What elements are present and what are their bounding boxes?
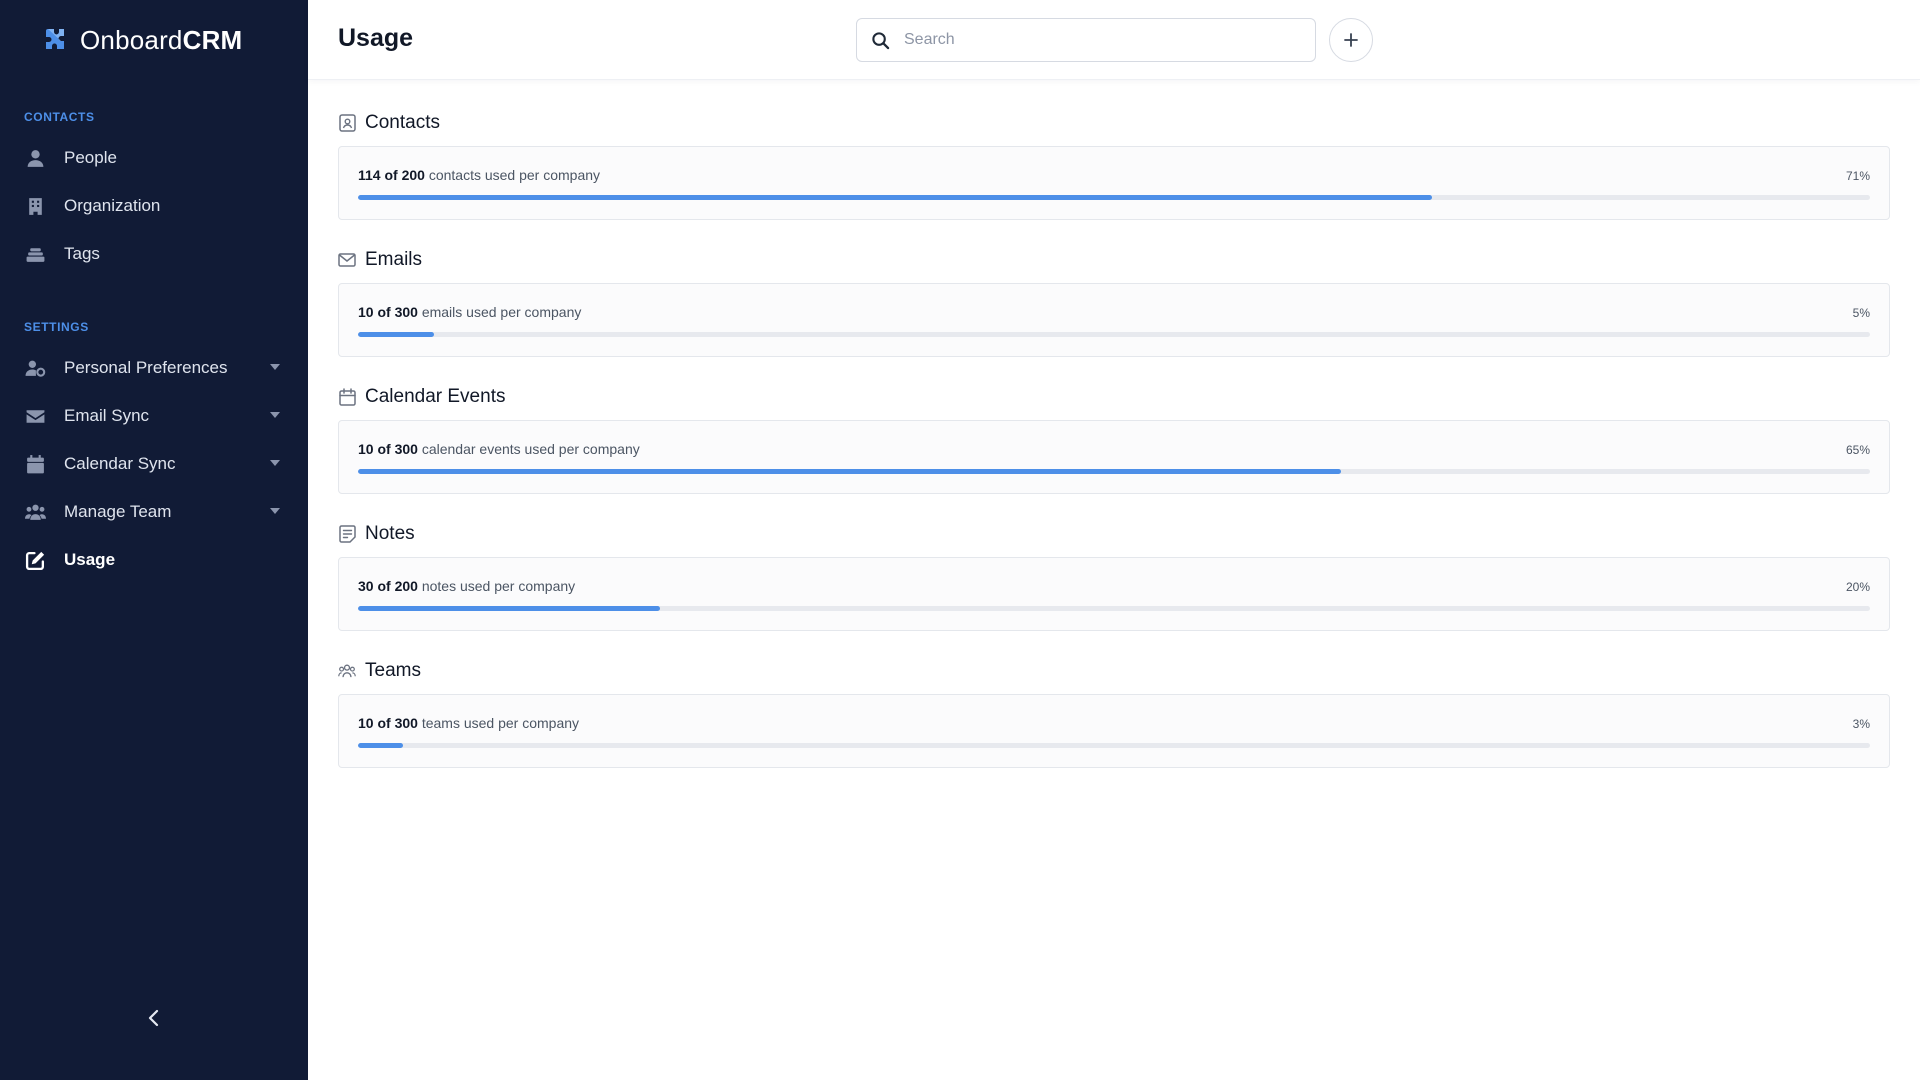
section-title: Teams xyxy=(365,660,421,681)
section-heading: Calendar Events xyxy=(338,384,505,410)
page-title: Usage xyxy=(338,24,414,52)
usage-percent: 5% xyxy=(1852,306,1870,320)
calendar-icon xyxy=(24,453,46,475)
usage-card: 10 of 300 calendar events used per compa… xyxy=(338,420,1890,494)
contact-card-icon xyxy=(338,114,356,132)
usage-description: 10 of 300 teams used per company xyxy=(358,715,580,731)
usage-description: 30 of 200 notes used per company xyxy=(358,578,576,594)
sidebar: OnboardCRM CONTACTS People Organization … xyxy=(0,0,308,1080)
tags-icon xyxy=(24,243,46,265)
add-button[interactable] xyxy=(1329,18,1373,62)
calendar-icon xyxy=(338,388,356,406)
usage-description: 10 of 300 calendar events used per compa… xyxy=(358,441,640,457)
sidebar-item-label: Usage xyxy=(64,550,116,569)
usage-percent: 20% xyxy=(1845,580,1870,594)
sidebar-item-usage[interactable]: Usage xyxy=(24,540,284,580)
chevron-left-icon xyxy=(148,1009,159,1027)
section-title: Calendar Events xyxy=(365,386,506,407)
sidebar-item-personal-preferences[interactable]: Personal Preferences xyxy=(24,348,284,388)
building-icon xyxy=(24,195,46,217)
usage-progress-track xyxy=(358,469,1870,474)
brand-logo[interactable]: OnboardCRM xyxy=(40,24,242,56)
usage-card: 10 of 300 teams used per company 3% xyxy=(338,694,1890,768)
sidebar-item-email-sync[interactable]: Email Sync xyxy=(24,396,284,436)
sidebar-item-people[interactable]: People xyxy=(24,138,284,178)
sidebar-item-manage-team[interactable]: Manage Team xyxy=(24,492,284,532)
usage-card: 10 of 300 emails used per company 5% xyxy=(338,283,1890,357)
section-heading: Contacts xyxy=(338,110,440,136)
team-icon xyxy=(338,662,356,680)
user-gear-icon xyxy=(24,357,46,379)
sidebar-item-organization[interactable]: Organization xyxy=(24,186,284,226)
note-icon xyxy=(338,525,356,543)
section-title: Notes xyxy=(365,523,415,544)
sidebar-item-tags[interactable]: Tags xyxy=(24,234,284,274)
usage-card: 114 of 200 contacts used per company 71% xyxy=(338,146,1890,220)
usage-percent: 71% xyxy=(1845,169,1870,183)
usage-progress-track xyxy=(358,195,1870,200)
chevron-down-icon[interactable] xyxy=(270,364,280,370)
sidebar-item-label: Calendar Sync xyxy=(64,454,176,473)
chevron-down-icon[interactable] xyxy=(270,412,280,418)
usage-progress-track xyxy=(358,743,1870,748)
settings-section-label: SETTINGS xyxy=(24,320,89,334)
edit-icon xyxy=(24,549,46,571)
top-header: Usage xyxy=(308,0,1920,80)
usage-percent: 3% xyxy=(1852,717,1870,731)
envelope-icon xyxy=(338,251,356,269)
collapse-sidebar-button[interactable] xyxy=(140,1004,168,1032)
search-input[interactable] xyxy=(904,31,1284,49)
envelope-icon xyxy=(24,405,46,427)
sidebar-item-label: Manage Team xyxy=(64,502,172,521)
sidebar-item-label: Personal Preferences xyxy=(64,358,228,377)
section-title: Contacts xyxy=(365,112,440,133)
usage-progress-track xyxy=(358,606,1870,611)
usage-card: 30 of 200 notes used per company 20% xyxy=(338,557,1890,631)
chevron-down-icon[interactable] xyxy=(270,460,280,466)
search-box[interactable] xyxy=(856,18,1316,62)
sidebar-item-label: Organization xyxy=(64,196,161,215)
team-icon xyxy=(24,501,46,523)
brand-name: OnboardCRM xyxy=(80,24,243,55)
usage-progress-track xyxy=(358,332,1870,337)
sidebar-item-label: People xyxy=(64,148,117,167)
usage-progress-fill xyxy=(358,469,1341,474)
puzzle-logo-icon xyxy=(46,29,64,49)
plus-icon xyxy=(1344,33,1358,47)
section-heading: Emails xyxy=(338,247,422,273)
usage-description: 114 of 200 contacts used per company xyxy=(358,167,601,183)
section-heading: Teams xyxy=(338,658,421,684)
sidebar-item-label: Tags xyxy=(64,244,100,263)
sidebar-item-calendar-sync[interactable]: Calendar Sync xyxy=(24,444,284,484)
person-icon xyxy=(24,147,46,169)
usage-progress-fill xyxy=(358,606,661,611)
search-icon xyxy=(872,31,890,49)
usage-progress-fill xyxy=(358,743,404,748)
contacts-section-label: CONTACTS xyxy=(24,110,95,124)
section-title: Emails xyxy=(365,249,423,270)
section-heading: Notes xyxy=(338,521,415,547)
usage-percent: 65% xyxy=(1845,443,1870,457)
usage-progress-fill xyxy=(358,332,434,337)
usage-progress-fill xyxy=(358,195,1432,200)
chevron-down-icon[interactable] xyxy=(270,508,280,514)
usage-description: 10 of 300 emails used per company xyxy=(358,304,582,320)
sidebar-item-label: Email Sync xyxy=(64,406,150,425)
